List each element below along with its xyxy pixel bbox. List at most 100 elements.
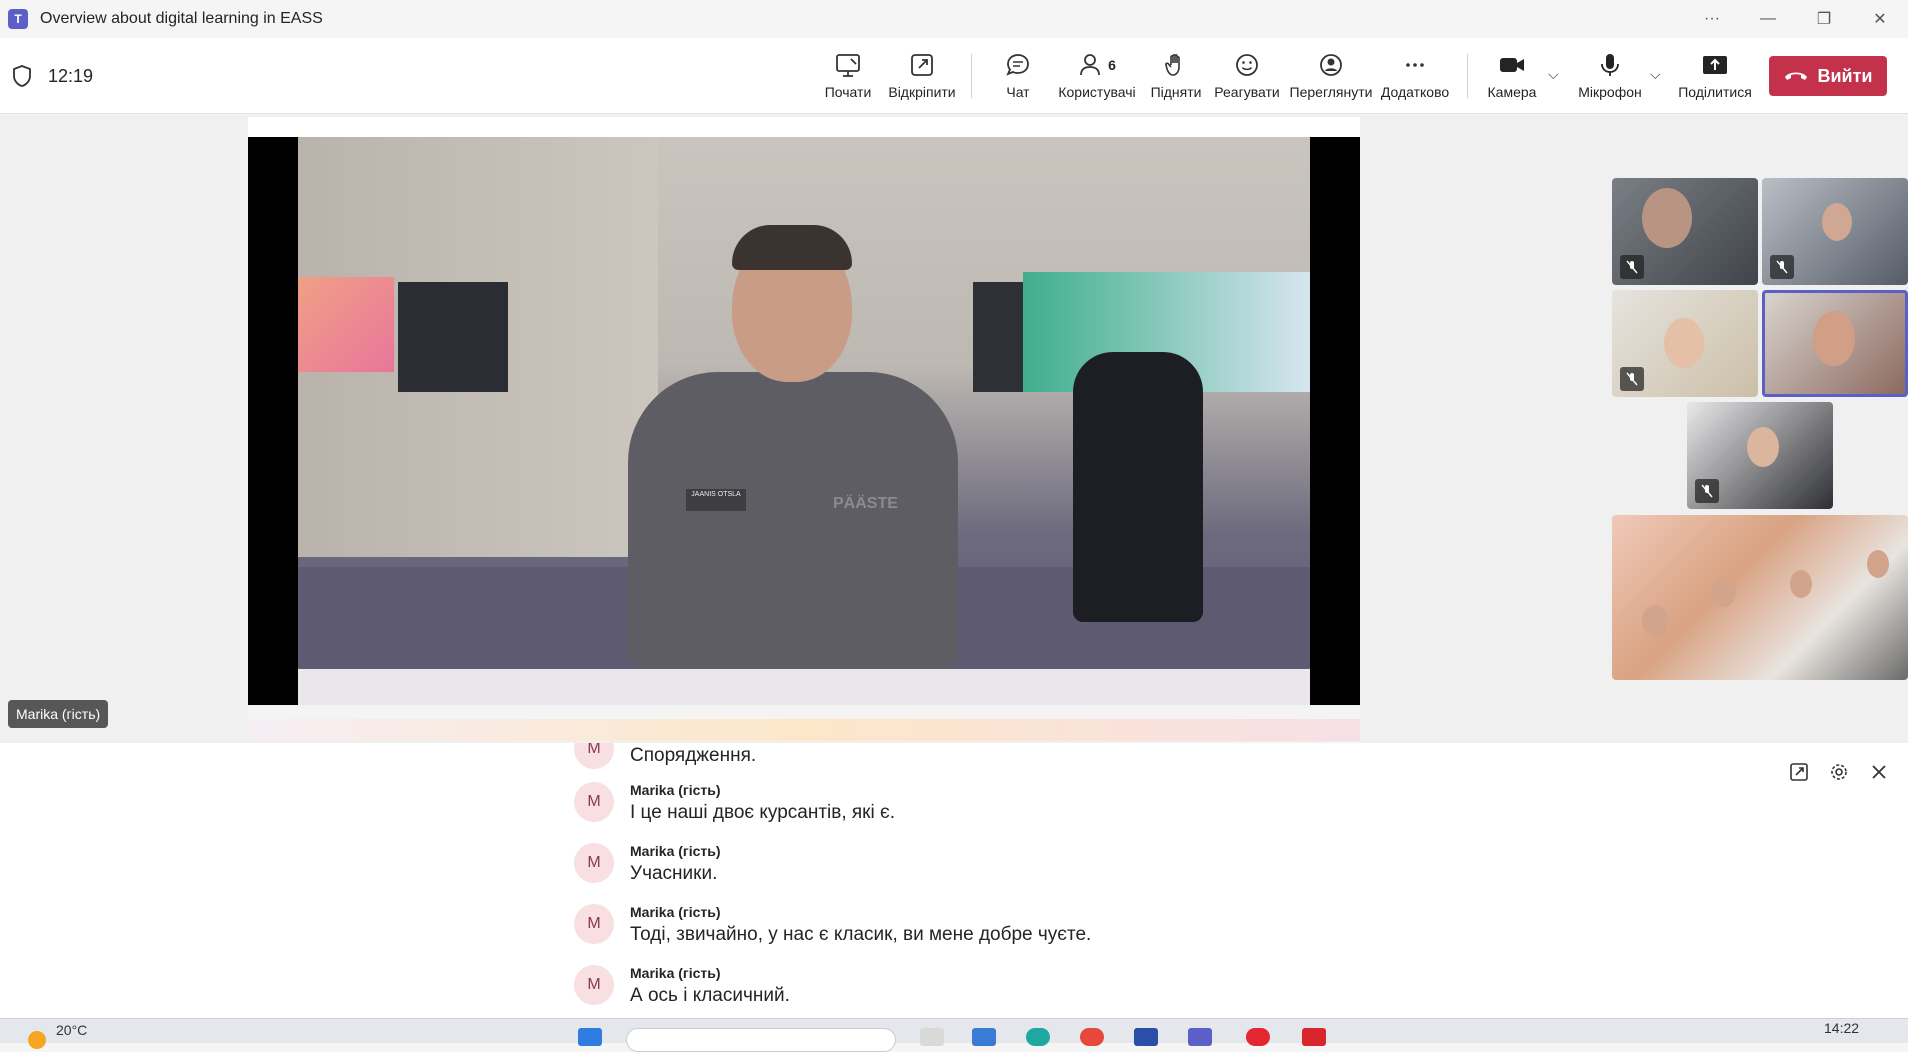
presenter-name-tag: Marika (гість) [8,700,109,728]
participant-tile-active-speaker[interactable] [1762,290,1908,397]
taskbar-app-icon[interactable] [1026,1028,1050,1046]
camera-icon [1500,58,1524,72]
avatar: M [574,843,614,883]
shared-screen: JAANIS OTSLA PÄÄSTE [248,117,1360,741]
captions-settings-gear-icon[interactable] [1828,761,1850,783]
toolbar-label: Реагувати [1214,84,1280,100]
player-controls [248,705,1360,719]
react-button[interactable]: Реагувати [1214,48,1280,108]
window-controls: ··· — ❐ ✕ [1684,0,1908,38]
mic-icon [1601,54,1619,76]
chat-icon [1006,54,1029,76]
toolbar-label: Користувачі [1058,84,1136,100]
restore-button[interactable]: ❐ [1796,0,1852,38]
windows-taskbar: 20°C 14:22 [0,1018,1908,1052]
share-icon [1703,56,1727,74]
shared-taskbar [248,719,1360,741]
leave-button[interactable]: Вийти [1769,56,1887,96]
meeting-toolbar: 12:19 Почати Відкріпити Чат 6 Користувач… [0,38,1908,114]
more-icon [1406,63,1424,67]
share-button[interactable]: Поділитися [1678,48,1752,108]
chat-button[interactable]: Чат [1000,48,1036,108]
view-button[interactable]: Переглянути [1289,48,1373,108]
participant-tile[interactable] [1762,178,1908,285]
caption-text: Спорядження. [630,745,757,766]
caption-speaker: Marika (гість) [630,904,721,920]
video-monitor [398,282,508,392]
participant-face [1790,570,1812,598]
hang-up-icon [1785,72,1808,80]
view-icon [1320,54,1342,76]
toolbar-label: Підняти [1150,84,1202,100]
more-options-icon[interactable]: ··· [1684,0,1740,38]
toolbar-divider [971,54,972,98]
avatar: M [574,904,614,944]
uniform-badge-text: PÄÄSTE [833,495,898,512]
video-monitor [298,277,394,372]
caption-text: Тоді, звичайно, у нас є класик, ви мене … [630,924,1092,945]
minimize-button[interactable]: — [1740,0,1796,38]
live-captions-panel: M Спорядження. M Marika (гість) І це наш… [0,743,1908,1018]
participant-face [1747,427,1779,467]
camera-button[interactable]: Камера [1487,48,1537,108]
teams-taskbar-icon[interactable] [1188,1028,1212,1046]
weather-temperature: 20°C [56,1022,88,1038]
toolbar-label: Почати [824,84,872,100]
teams-app-icon: T [8,9,28,29]
captions-controls [1788,761,1890,783]
caption-speaker: Marika (гість) [630,965,721,981]
popout-captions-icon[interactable] [1788,761,1810,783]
taskbar-search-input[interactable] [626,1028,896,1052]
meeting-timer: 12:19 [48,66,94,86]
taskbar-app-icon[interactable] [972,1028,996,1046]
participant-tile[interactable] [1612,290,1758,397]
microphone-button[interactable]: Мікрофон [1577,48,1643,108]
react-icon [1236,54,1258,76]
popout-icon [911,54,933,76]
people-button[interactable]: 6 Користувачі [1057,48,1137,108]
room-camera-tile[interactable] [1612,515,1908,680]
window-title: Overview about digital learning in EASS [40,10,323,27]
video-frame: JAANIS OTSLA PÄÄSTE [298,137,1310,705]
taskbar-app-icon[interactable] [1134,1028,1158,1046]
raise-hand-button[interactable]: Підняти [1151,48,1201,108]
taskbar-app-icon[interactable] [920,1028,944,1046]
close-captions-icon[interactable] [1868,761,1890,783]
caption-entry: M Спорядження. [574,743,756,769]
toolbar-divider [1467,54,1468,98]
weather-icon [28,1031,46,1049]
start-icon[interactable] [578,1028,602,1046]
participant-face [1822,203,1852,241]
participant-face [1712,577,1736,607]
toolbar-label: Мікрофон [1578,84,1642,100]
caption-entry: M Marika (гість) А ось і класичний. [574,965,790,1007]
leave-label: Вийти [1817,65,1873,86]
start-whiteboard-button[interactable]: Почати [822,48,874,108]
taskbar-app-icon[interactable] [1246,1028,1270,1046]
participant-tile[interactable] [1612,178,1758,285]
caption-text: Учасники. [630,863,718,884]
presenter-body [628,372,958,672]
video-chair [1073,352,1203,622]
shared-window-titlebar [248,117,1360,137]
avatar: M [574,965,614,1005]
avatar: M [574,743,614,769]
muted-mic-icon [1620,367,1644,391]
participant-face [1642,605,1668,637]
meeting-stage: JAANIS OTSLA PÄÄSTE Marika (гість) [0,115,1908,743]
mic-options-chevron-icon[interactable]: ⌵ [1650,66,1661,83]
camera-options-chevron-icon[interactable]: ⌵ [1548,66,1559,83]
shield-icon [13,65,31,87]
taskbar-app-icon[interactable] [1080,1028,1104,1046]
close-window-button[interactable]: ✕ [1852,0,1908,38]
muted-mic-icon [1620,255,1644,279]
caption-entry: M Marika (гість) Тоді, звичайно, у нас є… [574,904,1091,946]
popout-button[interactable]: Відкріпити [884,48,960,108]
video-desk [298,669,1310,705]
participant-face [1867,550,1889,578]
participant-tile[interactable] [1687,402,1833,509]
participant-face [1664,318,1704,368]
taskbar-app-icon[interactable] [1302,1028,1326,1046]
more-button[interactable]: Додатково [1380,48,1450,108]
taskbar-clock: 14:22 [1824,1020,1860,1036]
